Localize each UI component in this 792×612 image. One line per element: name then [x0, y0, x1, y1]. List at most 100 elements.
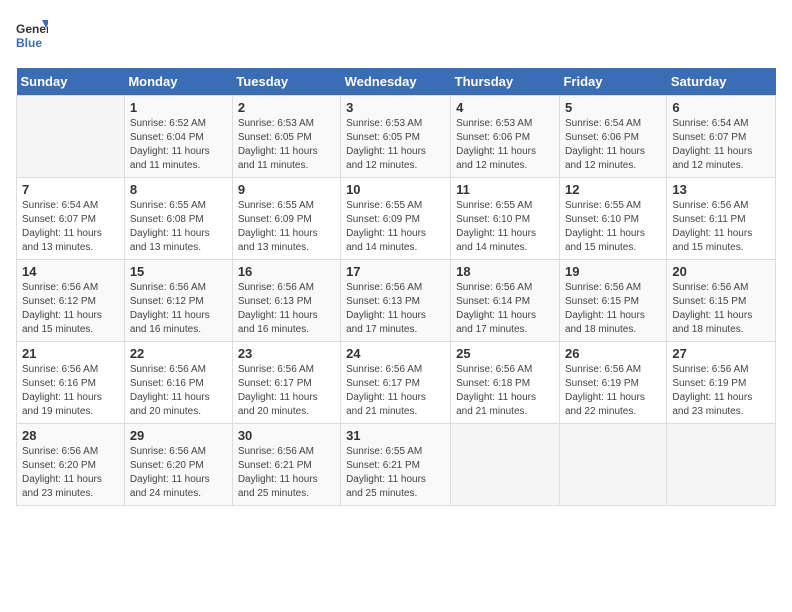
day-detail: Sunrise: 6:53 AMSunset: 6:05 PMDaylight:…: [346, 117, 445, 173]
calendar-cell: 22Sunrise: 6:56 AMSunset: 6:16 PMDayligh…: [124, 342, 232, 424]
day-detail: Sunrise: 6:56 AMSunset: 6:14 PMDaylight:…: [456, 281, 554, 337]
day-number: 12: [565, 182, 661, 197]
calendar-cell: [667, 424, 776, 506]
calendar-cell: 28 Sunrise: 6:56 AMSunset: 6:20 PMDayligh…: [17, 424, 125, 506]
calendar-cell: 17 Sunrise: 6:56 AMSunset: 6:13 PMDayligh…: [341, 260, 451, 342]
column-header-friday: Friday: [559, 68, 666, 96]
calendar-cell: 6 Sunrise: 6:54 AMSunset: 6:07 PMDaylight…: [667, 96, 776, 178]
calendar-cell: 29 Sunrise: 6:56 AMSunset: 6:20 PMDayligh…: [124, 424, 232, 506]
day-number: 6: [672, 100, 770, 115]
day-number: 19: [565, 264, 661, 279]
calendar-cell: 24Sunrise: 6:56 AMSunset: 6:17 PMDayligh…: [341, 342, 451, 424]
day-number: 17: [346, 264, 445, 279]
column-header-tuesday: Tuesday: [232, 68, 340, 96]
calendar-cell: 4Sunrise: 6:53 AMSunset: 6:06 PMDaylight…: [451, 96, 560, 178]
header-row: SundayMondayTuesdayWednesdayThursdayFrid…: [17, 68, 776, 96]
calendar-cell: 23Sunrise: 6:56 AMSunset: 6:17 PMDayligh…: [232, 342, 340, 424]
calendar-cell: 31 Sunrise: 6:55 AMSunset: 6:21 PMDayligh…: [341, 424, 451, 506]
day-number: 4: [456, 100, 554, 115]
day-number: 27: [672, 346, 770, 361]
column-header-saturday: Saturday: [667, 68, 776, 96]
week-row-3: 14 Sunrise: 6:56 AMSunset: 6:12 PMDayligh…: [17, 260, 776, 342]
day-number: 23: [238, 346, 335, 361]
day-detail: Sunrise: 6:54 AMSunset: 6:07 PMDaylight:…: [672, 117, 770, 173]
day-detail: Sunrise: 6:55 AMSunset: 6:08 PMDaylight:…: [130, 199, 227, 255]
logo-icon: General Blue: [16, 16, 48, 56]
day-detail: Sunrise: 6:56 AMSunset: 6:15 PMDaylight:…: [672, 281, 770, 337]
calendar-cell: 25 Sunrise: 6:56 AMSunset: 6:18 PMDayligh…: [451, 342, 560, 424]
day-detail: Sunrise: 6:56 AMSunset: 6:12 PMDaylight:…: [130, 281, 227, 337]
day-detail: Sunrise: 6:56 AMSunset: 6:16 PMDaylight:…: [22, 363, 119, 419]
calendar-cell: 19Sunrise: 6:56 AMSunset: 6:15 PMDayligh…: [559, 260, 666, 342]
calendar-cell: 14 Sunrise: 6:56 AMSunset: 6:12 PMDayligh…: [17, 260, 125, 342]
calendar-cell: 2Sunrise: 6:53 AMSunset: 6:05 PMDaylight…: [232, 96, 340, 178]
logo: General Blue: [16, 16, 48, 56]
day-detail: Sunrise: 6:53 AMSunset: 6:05 PMDaylight:…: [238, 117, 335, 173]
day-number: 30: [238, 428, 335, 443]
calendar-cell: 11 Sunrise: 6:55 AMSunset: 6:10 PMDayligh…: [451, 178, 560, 260]
day-number: 1: [130, 100, 227, 115]
week-row-5: 28 Sunrise: 6:56 AMSunset: 6:20 PMDayligh…: [17, 424, 776, 506]
day-detail: Sunrise: 6:52 AMSunset: 6:04 PMDaylight:…: [130, 117, 227, 173]
calendar-cell: 13 Sunrise: 6:56 AMSunset: 6:11 PMDayligh…: [667, 178, 776, 260]
calendar-table: SundayMondayTuesdayWednesdayThursdayFrid…: [16, 68, 776, 506]
week-row-2: 7 Sunrise: 6:54 AMSunset: 6:07 PMDaylight…: [17, 178, 776, 260]
calendar-cell: [17, 96, 125, 178]
day-detail: Sunrise: 6:56 AMSunset: 6:17 PMDaylight:…: [346, 363, 445, 419]
column-header-thursday: Thursday: [451, 68, 560, 96]
calendar-cell: 5Sunrise: 6:54 AMSunset: 6:06 PMDaylight…: [559, 96, 666, 178]
day-detail: Sunrise: 6:55 AMSunset: 6:10 PMDaylight:…: [565, 199, 661, 255]
day-number: 7: [22, 182, 119, 197]
day-detail: Sunrise: 6:56 AMSunset: 6:20 PMDaylight:…: [130, 445, 227, 501]
calendar-cell: 27 Sunrise: 6:56 AMSunset: 6:19 PMDayligh…: [667, 342, 776, 424]
day-detail: Sunrise: 6:56 AMSunset: 6:11 PMDaylight:…: [672, 199, 770, 255]
calendar-cell: [451, 424, 560, 506]
calendar-cell: 16 Sunrise: 6:56 AMSunset: 6:13 PMDayligh…: [232, 260, 340, 342]
day-number: 20: [672, 264, 770, 279]
day-number: 29: [130, 428, 227, 443]
calendar-cell: 9 Sunrise: 6:55 AMSunset: 6:09 PMDaylight…: [232, 178, 340, 260]
day-number: 9: [238, 182, 335, 197]
day-detail: Sunrise: 6:54 AMSunset: 6:07 PMDaylight:…: [22, 199, 119, 255]
day-number: 22: [130, 346, 227, 361]
calendar-cell: 18 Sunrise: 6:56 AMSunset: 6:14 PMDayligh…: [451, 260, 560, 342]
calendar-cell: 21 Sunrise: 6:56 AMSunset: 6:16 PMDayligh…: [17, 342, 125, 424]
calendar-cell: [559, 424, 666, 506]
day-number: 3: [346, 100, 445, 115]
day-detail: Sunrise: 6:56 AMSunset: 6:18 PMDaylight:…: [456, 363, 554, 419]
calendar-cell: 12 Sunrise: 6:55 AMSunset: 6:10 PMDayligh…: [559, 178, 666, 260]
day-detail: Sunrise: 6:56 AMSunset: 6:19 PMDaylight:…: [565, 363, 661, 419]
day-number: 14: [22, 264, 119, 279]
day-number: 11: [456, 182, 554, 197]
calendar-cell: 3 Sunrise: 6:53 AMSunset: 6:05 PMDaylight…: [341, 96, 451, 178]
calendar-cell: 1 Sunrise: 6:52 AMSunset: 6:04 PMDaylight…: [124, 96, 232, 178]
day-number: 10: [346, 182, 445, 197]
day-number: 13: [672, 182, 770, 197]
week-row-1: 1 Sunrise: 6:52 AMSunset: 6:04 PMDaylight…: [17, 96, 776, 178]
day-detail: Sunrise: 6:56 AMSunset: 6:13 PMDaylight:…: [238, 281, 335, 337]
svg-text:Blue: Blue: [16, 36, 42, 50]
day-detail: Sunrise: 6:55 AMSunset: 6:09 PMDaylight:…: [346, 199, 445, 255]
day-detail: Sunrise: 6:56 AMSunset: 6:19 PMDaylight:…: [672, 363, 770, 419]
day-detail: Sunrise: 6:56 AMSunset: 6:21 PMDaylight:…: [238, 445, 335, 501]
calendar-cell: 7 Sunrise: 6:54 AMSunset: 6:07 PMDaylight…: [17, 178, 125, 260]
day-number: 21: [22, 346, 119, 361]
day-detail: Sunrise: 6:56 AMSunset: 6:12 PMDaylight:…: [22, 281, 119, 337]
day-detail: Sunrise: 6:56 AMSunset: 6:13 PMDaylight:…: [346, 281, 445, 337]
day-number: 16: [238, 264, 335, 279]
calendar-cell: 30 Sunrise: 6:56 AMSunset: 6:21 PMDayligh…: [232, 424, 340, 506]
column-header-wednesday: Wednesday: [341, 68, 451, 96]
day-number: 18: [456, 264, 554, 279]
day-number: 28: [22, 428, 119, 443]
day-detail: Sunrise: 6:55 AMSunset: 6:10 PMDaylight:…: [456, 199, 554, 255]
day-detail: Sunrise: 6:56 AMSunset: 6:20 PMDaylight:…: [22, 445, 119, 501]
calendar-cell: 20 Sunrise: 6:56 AMSunset: 6:15 PMDayligh…: [667, 260, 776, 342]
day-number: 31: [346, 428, 445, 443]
header: General Blue: [16, 16, 776, 56]
svg-text:General: General: [16, 22, 48, 36]
day-number: 25: [456, 346, 554, 361]
week-row-4: 21 Sunrise: 6:56 AMSunset: 6:16 PMDayligh…: [17, 342, 776, 424]
day-detail: Sunrise: 6:55 AMSunset: 6:09 PMDaylight:…: [238, 199, 335, 255]
day-detail: Sunrise: 6:55 AMSunset: 6:21 PMDaylight:…: [346, 445, 445, 501]
column-header-sunday: Sunday: [17, 68, 125, 96]
